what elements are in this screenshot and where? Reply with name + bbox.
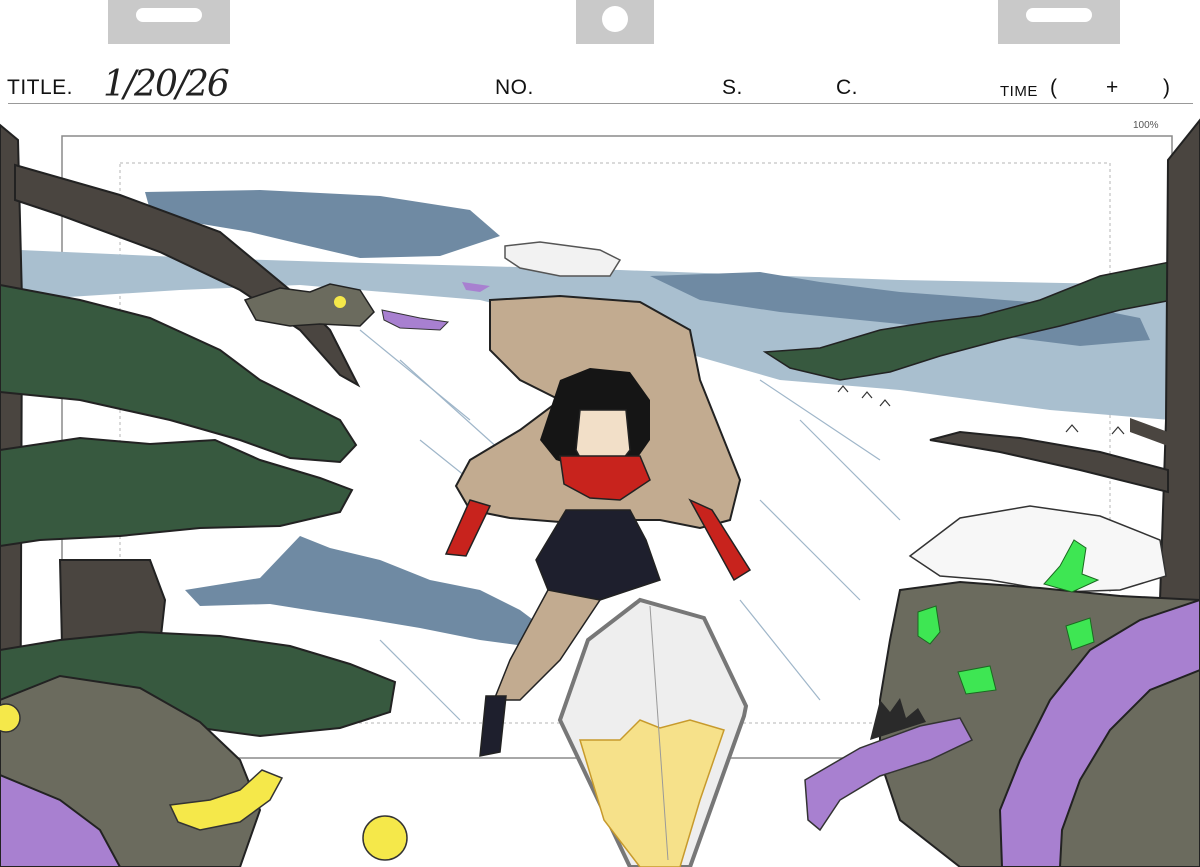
number-label: NO.: [495, 76, 534, 99]
boot: [479, 695, 507, 757]
time-label: TIME: [1000, 83, 1038, 100]
twig-right: [1130, 418, 1168, 446]
tentacle-distant: [381, 309, 450, 331]
title-value-handwritten: 1/20/26: [103, 64, 230, 105]
snowcap-right: [908, 505, 1167, 593]
storyboard-panel-illustration: [0, 118, 1200, 867]
time-plus: +: [1106, 76, 1119, 99]
slime-orb-yellow: [362, 815, 408, 861]
tree-branch-right: [929, 430, 1169, 494]
title-label: TITLE.: [7, 76, 74, 99]
time-close-paren: ): [1163, 76, 1171, 99]
scene-label: S.: [722, 76, 743, 99]
slime-blob-yellow: [0, 703, 21, 733]
ice-shadow: [185, 536, 560, 648]
slime-spot: [334, 296, 346, 308]
tree-trunk-right: [1158, 118, 1200, 601]
frame-percent-label: 100%: [1133, 120, 1159, 131]
crystal-glow: [578, 719, 725, 867]
time-open-paren: (: [1050, 76, 1058, 99]
left-arm: [444, 499, 492, 557]
tunic: [535, 509, 661, 601]
header-rule: [8, 103, 1193, 104]
cut-label: C.: [836, 76, 858, 99]
